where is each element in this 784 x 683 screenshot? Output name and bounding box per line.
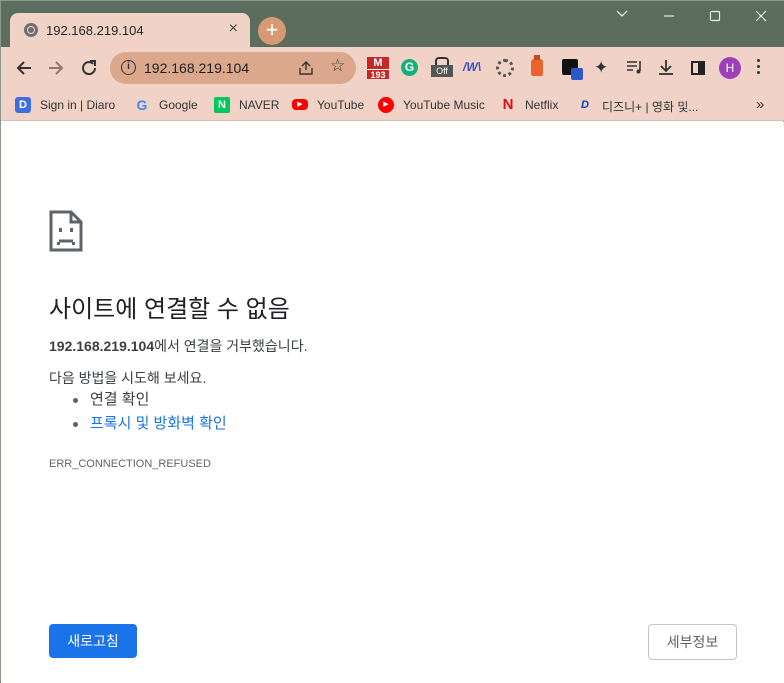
bookmark-star-icon[interactable]: ☆	[330, 56, 345, 76]
summary-text: 에서 연결을 거부했습니다.	[154, 338, 308, 354]
off-badge: Off	[431, 65, 453, 77]
google-icon: G	[136, 97, 148, 113]
menu-dots-icon[interactable]	[757, 59, 761, 77]
bookmark-label: Netflix	[525, 98, 559, 112]
gmail-checker-extension[interactable]: M 193	[367, 57, 389, 81]
tab-active[interactable]: 192.168.219.104 ×	[10, 13, 250, 47]
info-icon[interactable]: i	[121, 60, 136, 75]
bookmark-label: YouTube Music	[403, 98, 485, 112]
youtube-music-icon: ▶	[378, 97, 394, 113]
arrow-left-icon	[16, 61, 31, 75]
cup-icon	[435, 57, 449, 65]
reload-page-button[interactable]: 새로고침	[49, 624, 137, 658]
more-bookmarks-icon[interactable]: »	[756, 96, 764, 113]
close-icon[interactable]	[738, 7, 784, 27]
forward-button[interactable]	[44, 56, 68, 80]
media-queue-icon[interactable]	[625, 57, 645, 77]
reload-icon	[82, 60, 97, 76]
page-title: 사이트에 연결할 수 없음	[49, 296, 290, 323]
naver-icon: N	[214, 97, 230, 113]
bookmarks-bar: D Sign in | Diaro G Google N NAVER ▶ You…	[1, 89, 784, 121]
profile-avatar[interactable]: H	[719, 57, 741, 79]
diaro-icon: D	[15, 97, 31, 113]
error-code: ERR_CONNECTION_REFUSED	[49, 458, 211, 470]
disney-plus-icon: D	[581, 99, 589, 111]
new-tab-button[interactable]: +	[258, 17, 286, 45]
suggestions-heading: 다음 방법을 시도해 보세요.	[49, 370, 207, 386]
download-icon[interactable]	[656, 57, 676, 77]
puzzle-extensions-icon[interactable]: ✦	[594, 58, 614, 78]
bookmark-label: YouTube	[317, 98, 365, 112]
minimize-icon[interactable]	[646, 7, 692, 27]
tab-close-icon[interactable]: ×	[229, 20, 238, 38]
gear-extension-icon[interactable]	[496, 59, 514, 77]
arrow-right-icon	[49, 61, 64, 75]
bookmark-label: Sign in | Diaro	[40, 98, 116, 112]
reload-button[interactable]	[77, 56, 101, 80]
error-summary: 192.168.219.104에서 연결을 거부했습니다.	[49, 336, 307, 356]
bookmark-label: 디즈니+ | 영화 및...	[602, 100, 699, 114]
coffee-off-extension[interactable]: Off	[431, 57, 453, 77]
url-text[interactable]: 192.168.219.104	[144, 60, 249, 76]
toolbar: i 192.168.219.104 ☆ M 193 G Off /W\ ✦ H	[1, 47, 784, 89]
address-bar[interactable]: i 192.168.219.104 ☆	[110, 52, 356, 84]
dark-square-extension-icon[interactable]	[562, 59, 583, 80]
share-icon[interactable]	[297, 59, 315, 82]
host-name: 192.168.219.104	[49, 338, 155, 354]
unread-count-badge: 193	[367, 69, 389, 80]
tab-title: 192.168.219.104	[46, 23, 144, 38]
gmail-icon: M	[367, 57, 389, 69]
bookmark-label: NAVER	[239, 98, 280, 112]
youtube-icon: ▶	[292, 99, 308, 110]
globe-icon	[24, 23, 38, 37]
bookmark-label: Google	[159, 98, 198, 112]
netflix-icon: N	[502, 96, 514, 113]
side-panel-icon[interactable]	[691, 61, 705, 75]
grammarly-icon[interactable]: G	[401, 59, 418, 76]
wave-extension-icon[interactable]: /W\	[463, 60, 483, 80]
error-page: 사이트에 연결할 수 없음 192.168.219.104에서 연결을 거부했습…	[1, 122, 784, 683]
bottle-extension-icon[interactable]	[531, 55, 543, 76]
chevron-down-icon[interactable]	[599, 7, 645, 27]
back-button[interactable]	[12, 56, 36, 80]
sad-document-icon	[49, 210, 83, 257]
maximize-icon[interactable]	[692, 7, 738, 27]
suggestions-list: 연결 확인 프록시 및 방화벽 확인	[73, 391, 227, 439]
suggestion-check-connection: 연결 확인	[73, 391, 227, 415]
browser-window: 192.168.219.104 × + i 192.168.219.104 ☆ …	[0, 0, 784, 683]
suggestion-check-proxy-firewall-link[interactable]: 프록시 및 방화벽 확인	[73, 415, 227, 439]
details-button[interactable]: 세부정보	[648, 624, 737, 660]
title-bar: 192.168.219.104 × +	[1, 1, 784, 47]
